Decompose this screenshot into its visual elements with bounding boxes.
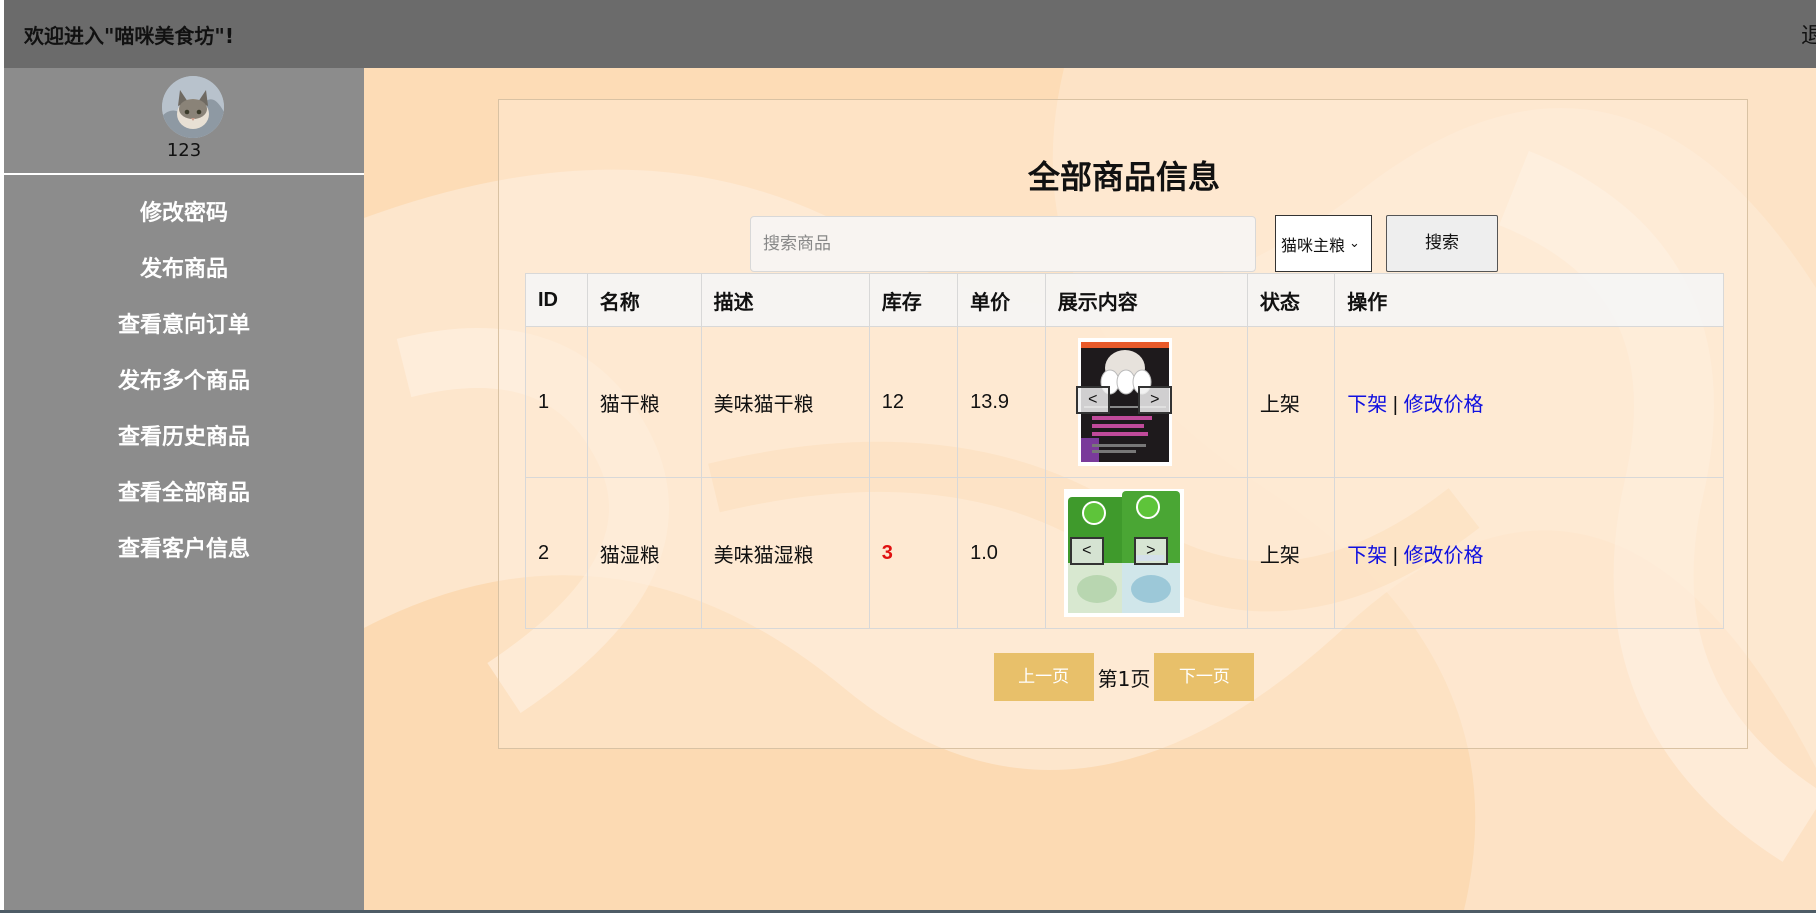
cell-name: 猫干粮	[586, 326, 702, 478]
table-row: 2 猫湿粮 美味猫湿粮 3 1.0 < > 上架 下架 | 修改价格	[525, 477, 1724, 629]
cell-description: 美味猫干粮	[700, 326, 870, 478]
column-header-price: 单价	[957, 273, 1046, 327]
main-content: 全部商品信息 猫咪主粮 ⌄ 搜索 ID 名称 描述 库存 单价 展示内容 状态	[364, 68, 1816, 910]
cell-id: 1	[525, 326, 588, 478]
cell-name: 猫湿粮	[586, 477, 702, 629]
cell-actions: 下架 | 修改价格	[1334, 326, 1724, 478]
logout-link[interactable]: 退	[1801, 18, 1816, 50]
cell-id: 2	[525, 477, 588, 629]
prev-page-button[interactable]: 上一页	[993, 653, 1094, 701]
carousel-next-button[interactable]: >	[1133, 537, 1168, 565]
column-header-description: 描述	[700, 273, 870, 327]
search-button[interactable]: 搜索	[1386, 215, 1498, 272]
cell-stock: 12	[868, 326, 959, 478]
chevron-down-icon: ⌄	[1349, 236, 1360, 251]
search-input[interactable]	[750, 216, 1256, 272]
carousel-prev-button[interactable]: <	[1075, 386, 1110, 414]
username: 123	[166, 140, 202, 161]
menu-item-all-products[interactable]: 查看全部商品	[4, 466, 364, 522]
category-selected-value: 猫咪主粮	[1281, 235, 1346, 255]
welcome-text: 欢迎进入"喵咪美食坊"!	[24, 24, 234, 48]
product-table: ID 名称 描述 库存 单价 展示内容 状态 操作 1 猫干粮 美味猫干粮 12…	[525, 273, 1724, 629]
menu-item-change-password[interactable]: 修改密码	[4, 186, 364, 242]
column-header-name: 名称	[586, 273, 702, 327]
image-carousel: < >	[1070, 338, 1180, 466]
pagination: 上一页 第1页 下一页	[499, 653, 1749, 701]
column-header-display: 展示内容	[1044, 273, 1248, 327]
sidebar-menu: 修改密码 发布商品 查看意向订单 发布多个商品 查看历史商品 查看全部商品 查看…	[4, 186, 364, 578]
action-separator: |	[1392, 544, 1398, 567]
column-header-actions: 操作	[1334, 273, 1724, 327]
sidebar-divider	[4, 173, 364, 175]
page-indicator: 第1页	[1097, 666, 1151, 691]
next-page-button[interactable]: 下一页	[1154, 653, 1255, 701]
column-header-id: ID	[525, 273, 588, 327]
cell-status: 上架	[1246, 326, 1336, 478]
menu-item-intent-orders[interactable]: 查看意向订单	[4, 298, 364, 354]
cell-stock-low: 3	[868, 477, 959, 629]
carousel-next-button[interactable]: >	[1137, 386, 1172, 414]
image-carousel: < >	[1063, 489, 1184, 617]
take-down-link[interactable]: 下架	[1347, 394, 1387, 416]
cell-description: 美味猫湿粮	[700, 477, 870, 629]
sidebar: 123 修改密码 发布商品 查看意向订单 发布多个商品 查看历史商品 查看全部商…	[4, 68, 364, 910]
avatar	[162, 76, 224, 138]
menu-item-publish-multiple[interactable]: 发布多个商品	[4, 354, 364, 410]
cell-price: 13.9	[957, 326, 1046, 478]
table-row: 1 猫干粮 美味猫干粮 12 13.9 < > 上架 下架 | 修改价格	[525, 326, 1724, 478]
page-title: 全部商品信息	[1027, 158, 1220, 196]
action-separator: |	[1392, 393, 1398, 416]
menu-item-customer-info[interactable]: 查看客户信息	[4, 522, 364, 578]
category-select[interactable]: 猫咪主粮 ⌄	[1275, 215, 1372, 272]
cell-actions: 下架 | 修改价格	[1334, 477, 1724, 629]
cell-status: 上架	[1246, 477, 1336, 629]
cell-price: 1.0	[957, 477, 1046, 629]
cell-display: < >	[1044, 326, 1248, 478]
table-header-row: ID 名称 描述 库存 单价 展示内容 状态 操作	[525, 273, 1724, 327]
menu-item-history-products[interactable]: 查看历史商品	[4, 410, 364, 466]
edit-price-link[interactable]: 修改价格	[1404, 545, 1484, 567]
top-bar: 欢迎进入"喵咪美食坊"! 退	[0, 0, 1816, 68]
carousel-prev-button[interactable]: <	[1069, 537, 1104, 565]
take-down-link[interactable]: 下架	[1347, 545, 1387, 567]
product-panel: 全部商品信息 猫咪主粮 ⌄ 搜索 ID 名称 描述 库存 单价 展示内容 状态	[498, 99, 1748, 749]
edit-price-link[interactable]: 修改价格	[1404, 394, 1484, 416]
cell-display: < >	[1044, 477, 1248, 629]
column-header-status: 状态	[1246, 273, 1336, 327]
menu-item-publish-product[interactable]: 发布商品	[4, 242, 364, 298]
column-header-stock: 库存	[868, 273, 959, 327]
